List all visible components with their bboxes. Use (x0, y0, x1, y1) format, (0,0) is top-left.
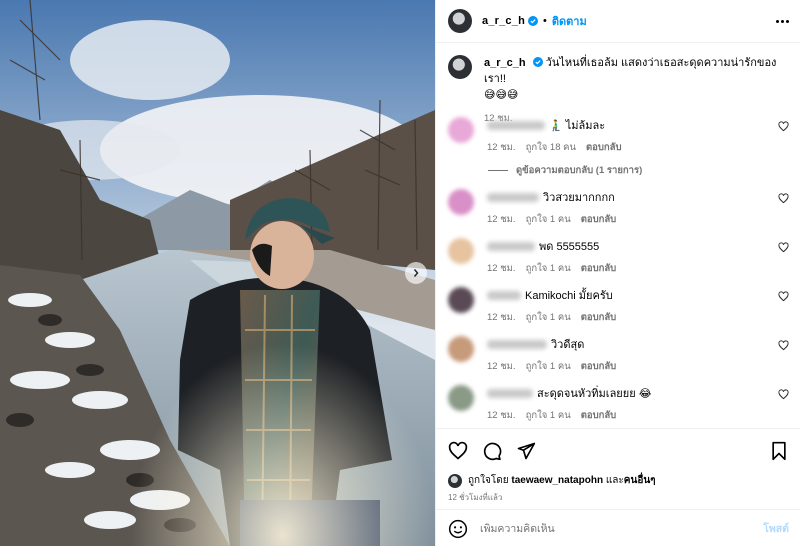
commenter-username-blurred[interactable] (487, 192, 539, 202)
caption-text: วันไหนที่เธอล้ม แสดงว่าเธอสะดุดความน่ารั… (484, 57, 777, 85)
comment-likes[interactable]: ถูกใจ 1 คน (526, 261, 571, 276)
comment-item: วิวสวยมากกกก 12 ชม. ถูกใจ 1 คน ตอบกลับ (448, 189, 793, 227)
action-icons (448, 441, 789, 463)
comment-item: พด 5555555 12 ชม. ถูกใจ 1 คน ตอบกลับ (448, 238, 793, 276)
reply-button[interactable]: ตอบกลับ (581, 261, 617, 276)
post-timestamp[interactable]: 12 ชั่วโมงที่แล้ว (448, 491, 502, 504)
comment-item: วิวดีสุด 12 ชม. ถูกใจ 1 คน ตอบกลับ (448, 336, 793, 374)
comment-likes[interactable]: ถูกใจ 1 คน (526, 310, 571, 325)
comment-time: 12 ชม. (487, 361, 516, 372)
comment-text: พด 5555555 (539, 241, 600, 253)
post-actions: ถูกใจโดย taewaew_natapohn และ คนอื่นๆ 12 … (436, 428, 800, 546)
heart-icon[interactable] (448, 441, 468, 461)
comment-text: 🧎‍♂️ ไม่ล้มละ (549, 120, 606, 132)
author-avatar[interactable] (448, 9, 472, 33)
comment-input[interactable] (480, 522, 764, 535)
comment-text: สะดุดจนหัวทิ่มเลยยย 😂 (537, 388, 652, 400)
reply-button[interactable]: ตอบกลับ (581, 212, 617, 227)
comment-text: วิวดีสุด (551, 339, 585, 351)
comment-likes[interactable]: ถูกใจ 18 คน (526, 140, 576, 155)
post-comment-button[interactable]: โพสต์ (763, 520, 789, 537)
comment-text: Kamikochi มั้ยครับ (525, 290, 613, 302)
commenter-avatar[interactable] (448, 336, 474, 362)
commenter-avatar[interactable] (448, 287, 474, 313)
comment-time: 12 ชม. (487, 263, 516, 274)
comment-text: วิวสวยมากกกก (543, 192, 615, 204)
chevron-right-icon (413, 269, 419, 277)
heart-icon[interactable] (778, 121, 789, 132)
heart-icon[interactable] (778, 389, 789, 400)
likes-prefix: ถูกใจโดย (468, 475, 509, 486)
comment-icon[interactable] (482, 441, 502, 461)
comment-likes[interactable]: ถูกใจ 1 คน (526, 212, 571, 227)
carousel-next-button[interactable] (405, 262, 427, 284)
commenter-username-blurred[interactable] (487, 241, 535, 251)
verified-badge-icon (532, 57, 543, 67)
comment-time: 12 ชม. (487, 214, 516, 225)
heart-icon[interactable] (778, 340, 789, 351)
follow-button[interactable]: ติดตาม (552, 12, 587, 30)
comment-likes[interactable]: ถูกใจ 1 คน (526, 408, 571, 423)
share-icon[interactable] (516, 441, 536, 461)
heart-icon[interactable] (778, 242, 789, 253)
comment-likes[interactable]: ถูกใจ 1 คน (526, 359, 571, 374)
caption-username[interactable]: a_r_c_h (484, 57, 526, 69)
emoji-icon[interactable] (448, 519, 468, 539)
reply-button[interactable]: ตอบกลับ (581, 359, 617, 374)
heart-icon[interactable] (778, 193, 789, 204)
commenter-avatar[interactable] (448, 117, 474, 143)
separator-dot: • (543, 15, 547, 27)
likes-summary: ถูกใจโดย taewaew_natapohn และ คนอื่นๆ (448, 473, 656, 488)
reply-button[interactable]: ตอบกลับ (581, 408, 617, 423)
commenter-username-blurred[interactable] (487, 290, 521, 300)
liker-username[interactable]: taewaew_natapohn (511, 475, 603, 486)
comment-item: สะดุดจนหัวทิ่มเลยยย 😂 12 ชม. ถูกใจ 1 คน ตอ… (448, 385, 793, 423)
comment-time: 12 ชม. (487, 142, 516, 153)
commenter-username-blurred[interactable] (487, 339, 547, 349)
comment-item: 🧎‍♂️ ไม่ล้มละ 12 ชม. ถูกใจ 18 คน ตอบกลับ (448, 117, 793, 155)
view-replies-label: ดูข้อความตอบกลับ (1 รายการ) (516, 165, 643, 176)
view-replies-button[interactable]: ดูข้อความตอบกลับ (1 รายการ) (488, 163, 642, 178)
commenter-avatar[interactable] (448, 238, 474, 264)
caption-emoji: 😅😅😅 (484, 89, 519, 101)
reply-button[interactable]: ตอบกลับ (586, 140, 622, 155)
post-side-panel: a_r_c_h • ติดตาม a_r_c_h วันไหนที่เธอล้ม… (435, 0, 800, 546)
liker-avatar[interactable] (448, 473, 462, 488)
landscape-photo (0, 0, 435, 546)
add-comment-bar: โพสต์ (436, 509, 800, 547)
likes-and: และ (605, 475, 624, 486)
caption-avatar[interactable] (448, 55, 472, 79)
comment-item: Kamikochi มั้ยครับ 12 ชม. ถูกใจ 1 คน ตอบกล… (448, 287, 793, 325)
commenter-username-blurred[interactable] (487, 388, 533, 398)
post-photo[interactable] (0, 0, 435, 546)
replies-rule (488, 170, 508, 171)
verified-badge-icon (528, 16, 538, 26)
commenter-username-blurred[interactable] (487, 120, 545, 130)
reply-button[interactable]: ตอบกลับ (581, 310, 617, 325)
author-username[interactable]: a_r_c_h (482, 15, 525, 27)
comment-time: 12 ชม. (487, 312, 516, 323)
comment-time: 12 ชม. (487, 410, 516, 421)
commenter-avatar[interactable] (448, 385, 474, 411)
post-header: a_r_c_h • ติดตาม (436, 0, 800, 43)
bookmark-icon[interactable] (769, 441, 789, 461)
likes-others-link[interactable]: คนอื่นๆ (624, 473, 656, 488)
heart-icon[interactable] (778, 291, 789, 302)
commenter-avatar[interactable] (448, 189, 474, 215)
more-options-icon[interactable] (776, 19, 789, 23)
